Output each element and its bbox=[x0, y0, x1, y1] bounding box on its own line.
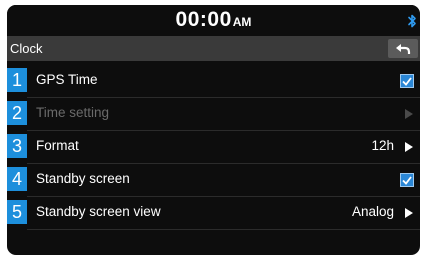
row-number-badge: 5 bbox=[7, 200, 27, 224]
back-arrow-icon bbox=[396, 43, 411, 54]
format-label: Format bbox=[36, 138, 79, 153]
time-setting-row[interactable]: 2 Time setting bbox=[7, 98, 420, 131]
standby-screen-view-row[interactable]: 5 Standby screen view Analog bbox=[7, 197, 420, 230]
row-number-badge: 3 bbox=[7, 134, 27, 158]
time-setting-label: Time setting bbox=[36, 105, 110, 120]
clock-ampm: AM bbox=[232, 15, 252, 29]
standby-screen-row[interactable]: 4 Standby screen bbox=[7, 164, 420, 197]
row-number-badge: 2 bbox=[7, 101, 27, 125]
infotainment-display: 00:00AM Clock 1 GPS Time 2 Time setting … bbox=[7, 5, 420, 255]
back-button[interactable] bbox=[388, 39, 418, 58]
standby-screen-label: Standby screen bbox=[36, 171, 130, 186]
chevron-right-icon bbox=[405, 142, 413, 152]
status-clock: 00:00AM bbox=[7, 8, 420, 32]
standby-screen-view-value: Analog bbox=[351, 204, 394, 219]
gps-time-row[interactable]: 1 GPS Time bbox=[7, 65, 420, 98]
chevron-right-icon bbox=[405, 208, 413, 218]
page-title: Clock bbox=[10, 41, 43, 56]
row-number-badge: 4 bbox=[7, 167, 27, 191]
chevron-right-icon bbox=[405, 109, 413, 119]
bluetooth-icon bbox=[408, 14, 416, 28]
status-bar: 00:00AM bbox=[7, 5, 420, 36]
format-row[interactable]: 3 Format 12h bbox=[7, 131, 420, 164]
standby-screen-view-label: Standby screen view bbox=[36, 204, 161, 219]
row-divider bbox=[27, 229, 420, 230]
format-value: 12h bbox=[371, 138, 394, 153]
clock-time: 00:00 bbox=[175, 8, 232, 31]
row-number-badge: 1 bbox=[7, 68, 27, 92]
screen-frame: 00:00AM Clock 1 GPS Time 2 Time setting … bbox=[0, 0, 427, 259]
header-bar: Clock bbox=[7, 36, 420, 61]
gps-time-checkbox[interactable] bbox=[400, 74, 414, 88]
checkmark-icon bbox=[402, 76, 412, 86]
checkmark-icon bbox=[402, 175, 412, 185]
standby-screen-checkbox[interactable] bbox=[400, 173, 414, 187]
gps-time-label: GPS Time bbox=[36, 72, 98, 87]
